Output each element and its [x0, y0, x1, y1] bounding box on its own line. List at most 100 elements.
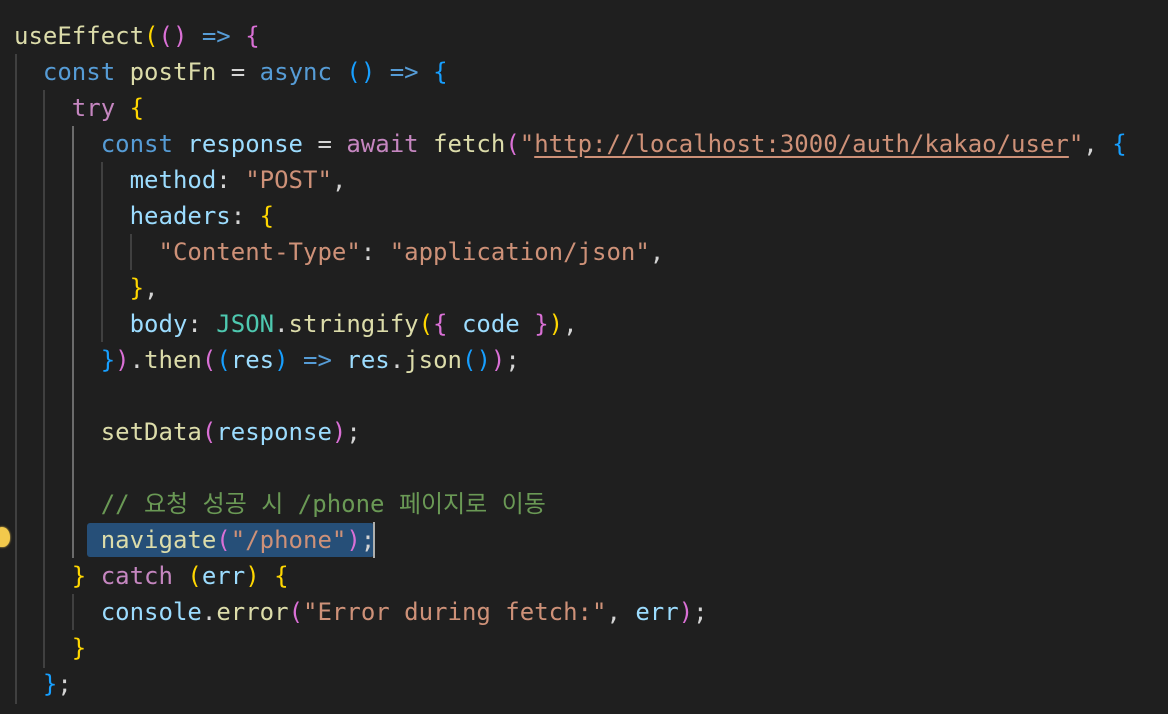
code-token: ; [57, 670, 72, 698]
code-token: { [129, 94, 145, 122]
code-token: setData [100, 418, 202, 446]
code-line[interactable]: }; [14, 666, 72, 702]
code-token: await [346, 130, 419, 158]
code-token: , [649, 238, 665, 266]
code-token: "application/json" [389, 238, 650, 266]
code-line[interactable]: try { [14, 90, 144, 126]
code-token: ) [331, 418, 347, 446]
code-token: ; [505, 346, 520, 374]
code-token: response [187, 130, 303, 158]
code-token: res [230, 346, 275, 374]
code-token: json [404, 346, 462, 374]
code-token: method [129, 166, 217, 194]
code-token: : [216, 166, 246, 194]
code-token: ( [505, 130, 520, 158]
code-line[interactable]: console.error("Error during fetch:", err… [14, 594, 708, 630]
code-line[interactable]: useEffect(() => { [14, 18, 260, 54]
code-token: => [389, 58, 419, 86]
code-token: } [129, 274, 145, 302]
code-token: () [158, 22, 188, 50]
code-line[interactable]: } [14, 630, 86, 666]
code-token: , [331, 166, 347, 194]
code-token: ( [216, 526, 231, 554]
code-token: . [129, 346, 145, 374]
code-token: . [274, 310, 289, 338]
code-token: const [100, 130, 173, 158]
code-token: () [346, 58, 376, 86]
code-line[interactable]: body: JSON.stringify({ code }), [14, 306, 578, 342]
code-token: "/phone" [230, 526, 347, 554]
code-line[interactable]: const response = await fetch("http://loc… [14, 126, 1127, 162]
code-token: res [346, 346, 390, 374]
code-token: const [42, 58, 116, 86]
code-line[interactable]: method: "POST", [14, 162, 347, 198]
code-token: postFn [129, 58, 217, 86]
code-token: { [1112, 130, 1127, 158]
code-token: => [303, 346, 332, 374]
code-token: " [1068, 130, 1084, 158]
code-token: : [230, 202, 260, 230]
code-token: . [389, 346, 405, 374]
text-cursor [373, 522, 375, 558]
code-token: , [563, 310, 578, 338]
code-line[interactable]: } catch (err) { [14, 558, 289, 594]
code-token: } [100, 346, 116, 374]
code-token: "POST" [245, 166, 332, 194]
code-token: err [201, 562, 246, 590]
code-line[interactable]: setData(response); [14, 414, 361, 450]
code-token: ) [346, 526, 361, 554]
code-token: stringify [288, 310, 419, 338]
code-token: err [635, 598, 679, 626]
code-line[interactable]: "Content-Type": "application/json", [14, 234, 665, 270]
code-line[interactable]: navigate("/phone"); [14, 522, 376, 558]
code-token: , [1083, 130, 1113, 158]
code-token: = [303, 130, 347, 158]
code-token: ( [144, 22, 159, 50]
code-token: ( [288, 598, 304, 626]
code-token: { [433, 58, 448, 86]
code-token: code [461, 310, 520, 338]
code-token: " [519, 130, 535, 158]
lightbulb-icon[interactable] [0, 527, 10, 547]
code-line[interactable]: }, [14, 270, 159, 306]
code-token: ( [187, 562, 202, 590]
code-token: "Content-Type" [158, 238, 361, 266]
code-line[interactable]: }).then((res) => res.json()); [14, 342, 520, 378]
code-line[interactable]: headers: { [14, 198, 275, 234]
code-line[interactable]: const postFn = async () => { [14, 54, 448, 90]
code-token: = [216, 58, 260, 86]
code-token: } [534, 310, 549, 338]
code-token: ( [201, 418, 217, 446]
code-token: } [42, 670, 58, 698]
code-token: headers [129, 202, 231, 230]
code-editor[interactable]: useEffect(() => { const postFn = async (… [0, 0, 1168, 714]
code-line[interactable]: // 요청 성공 시 /phone 페이지로 이동 [14, 486, 546, 522]
code-token: ( [216, 346, 231, 374]
code-token: ; [346, 418, 361, 446]
